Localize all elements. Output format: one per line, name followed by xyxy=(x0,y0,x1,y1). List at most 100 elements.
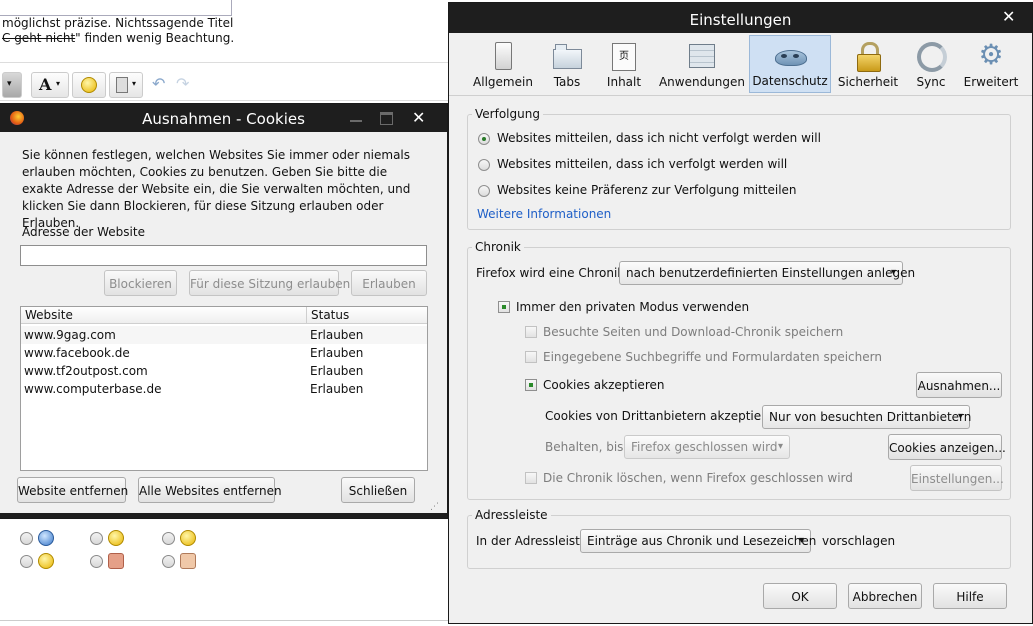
tab-sync[interactable]: Sync xyxy=(909,35,953,93)
table-row[interactable]: www.computerbase.de Erlauben xyxy=(21,380,427,398)
history-settings-button[interactable]: Einstellungen... xyxy=(910,465,1004,491)
tab-label: Datenschutz xyxy=(752,74,828,88)
keep-until-label: Behalten, bis: xyxy=(545,440,628,454)
info-emoticon-icon xyxy=(38,530,54,546)
general-icon xyxy=(488,41,518,71)
redo-icon[interactable]: ↷ xyxy=(176,74,189,93)
clipboard-icon xyxy=(116,77,128,93)
column-header-website[interactable]: Website xyxy=(21,307,307,324)
tracking-radio-track[interactable] xyxy=(478,159,490,171)
address-bar-legend: Adressleiste xyxy=(472,508,551,522)
accept-cookies-checkbox[interactable] xyxy=(525,379,537,391)
allow-button[interactable]: Erlauben xyxy=(351,270,427,296)
tab-datenschutz[interactable]: Datenschutz xyxy=(749,35,831,93)
history-mode-value: nach benutzerdefinierten Einstellungen a… xyxy=(626,266,916,280)
tab-tabs[interactable]: Tabs xyxy=(545,35,589,93)
history-mode-select[interactable]: nach benutzerdefinierten Einstellungen a… xyxy=(619,261,915,285)
address-bar-select[interactable]: Einträge aus Chronik und Lesezeichen ▾ xyxy=(580,529,816,553)
close-icon[interactable]: ✕ xyxy=(1002,7,1015,26)
tracking-radio-no-preference[interactable] xyxy=(478,185,490,197)
cookies-bottom-border xyxy=(0,513,447,518)
clear-history-checkbox[interactable] xyxy=(525,472,537,484)
emoticon-radio-3[interactable] xyxy=(162,532,175,545)
third-party-select[interactable]: Nur von besuchten Drittanbietern ▾ xyxy=(762,405,972,429)
chevron-down-icon: ▾ xyxy=(777,441,783,452)
tab-label: Sync xyxy=(916,75,946,89)
editor-separator-2 xyxy=(0,100,448,101)
exceptions-button[interactable]: Ausnahmen... xyxy=(916,372,1002,398)
keep-until-select[interactable]: Firefox geschlossen wird ▾ xyxy=(624,435,790,459)
tab-erweitert[interactable]: ⚙ Erweitert xyxy=(961,35,1021,93)
third-party-value: Nur von besuchten Drittanbietern xyxy=(769,410,972,424)
emoticon-radio-5[interactable] xyxy=(90,555,103,568)
more-info-link[interactable]: Weitere Informationen xyxy=(477,207,611,222)
tab-label: Tabs xyxy=(553,75,581,89)
resize-grip-icon[interactable]: ⋰ xyxy=(430,502,439,512)
site-cell: www.computerbase.de xyxy=(24,382,162,396)
tracking-option-1[interactable]: Websites mitteilen, dass ich nicht verfo… xyxy=(497,131,821,146)
chevron-down-icon: ▾ xyxy=(957,411,963,422)
column-header-status[interactable]: Status xyxy=(307,307,427,324)
hint-line-2: C geht nicht" finden wenig Beachtung. xyxy=(2,31,234,46)
cookie-sites-table[interactable]: Website Status www.9gag.com Erlauben www.… xyxy=(20,306,428,471)
hint-rest-text: " finden wenig Beachtung. xyxy=(75,31,235,45)
tab-allgemein[interactable]: Allgemein xyxy=(469,35,537,93)
smiley-button[interactable] xyxy=(72,72,106,98)
undo-icon[interactable]: ↶ xyxy=(152,74,165,93)
close-button[interactable]: Schließen xyxy=(341,477,415,503)
table-row[interactable]: www.tf2outpost.com Erlauben xyxy=(21,362,427,380)
table-row[interactable]: www.9gag.com Erlauben xyxy=(21,326,427,344)
history-mode-label: Firefox wird eine Chronik: xyxy=(476,266,629,280)
visited-pages-label[interactable]: Besuchte Seiten und Download-Chronik spe… xyxy=(543,325,843,340)
address-bar-prefix: In der Adressleiste xyxy=(476,534,588,548)
tab-label: Sicherheit xyxy=(837,75,899,89)
website-address-input[interactable] xyxy=(20,245,427,266)
settings-tab-bar: Allgemein Tabs 页 Inhalt Anwendungen Date… xyxy=(449,35,1032,96)
show-cookies-button[interactable]: Cookies anzeigen... xyxy=(888,434,1006,460)
visited-pages-checkbox[interactable] xyxy=(525,326,537,338)
font-button[interactable]: A ▾ xyxy=(31,72,69,98)
close-icon[interactable]: ✕ xyxy=(412,108,425,127)
ok-button[interactable]: OK xyxy=(763,583,837,609)
search-history-label[interactable]: Eingegebene Suchbegriffe und Formulardat… xyxy=(543,350,882,365)
content-icon: 页 xyxy=(609,41,639,71)
emoticon-radio-4[interactable] xyxy=(20,555,33,568)
tracking-radio-do-not-track[interactable] xyxy=(478,133,490,145)
maximize-icon[interactable] xyxy=(380,112,393,125)
lock-icon xyxy=(853,41,883,72)
accept-cookies-label[interactable]: Cookies akzeptieren xyxy=(543,378,664,393)
hint-line-1: möglichst präzise. Nichtssagende Titel xyxy=(2,16,234,30)
private-mode-checkbox[interactable] xyxy=(498,301,510,313)
history-legend: Chronik xyxy=(472,240,524,254)
tab-label: Erweitert xyxy=(963,75,1019,89)
settings-dialog: Einstellungen ✕ Allgemein Tabs 页 Inhalt … xyxy=(449,3,1032,623)
tab-sicherheit[interactable]: Sicherheit xyxy=(835,35,901,93)
cancel-button[interactable]: Abbrechen xyxy=(848,583,922,609)
title-input-box[interactable] xyxy=(0,0,232,16)
tab-label: Allgemein xyxy=(473,75,533,89)
remove-site-button[interactable]: Website entfernen xyxy=(17,477,128,503)
table-row[interactable]: www.facebook.de Erlauben xyxy=(21,344,427,362)
gear-icon: ⚙ xyxy=(978,38,1004,71)
block-button[interactable]: Blockieren xyxy=(104,270,177,296)
paste-button[interactable]: ▾ xyxy=(109,72,143,98)
dropdown-toggle-button[interactable]: ▾ xyxy=(2,72,22,98)
help-button[interactable]: Hilfe xyxy=(933,583,1007,609)
tracking-option-3[interactable]: Websites keine Präferenz zur Verfolgung … xyxy=(497,183,797,198)
emoticon-radio-2[interactable] xyxy=(90,532,103,545)
emoticon-radio-6[interactable] xyxy=(162,555,175,568)
remove-all-button[interactable]: Alle Websites entfernen xyxy=(138,477,282,503)
tab-inhalt[interactable]: 页 Inhalt xyxy=(599,35,649,93)
site-cell: www.facebook.de xyxy=(24,346,130,360)
site-cell: www.tf2outpost.com xyxy=(24,364,148,378)
allow-session-button[interactable]: Für diese Sitzung erlauben xyxy=(189,270,350,296)
thumbs-up-icon xyxy=(180,553,196,569)
tracking-option-2[interactable]: Websites mitteilen, dass ich verfolgt we… xyxy=(497,157,787,172)
minimize-icon[interactable] xyxy=(350,120,362,122)
cookies-titlebar: Ausnahmen - Cookies ✕ xyxy=(0,104,447,132)
tab-anwendungen[interactable]: Anwendungen xyxy=(657,35,747,93)
clear-history-label[interactable]: Die Chronik löschen, wenn Firefox geschl… xyxy=(543,471,853,486)
emoticon-radio-1[interactable] xyxy=(20,532,33,545)
private-mode-label[interactable]: Immer den privaten Modus verwenden xyxy=(516,300,749,315)
search-history-checkbox[interactable] xyxy=(525,351,537,363)
